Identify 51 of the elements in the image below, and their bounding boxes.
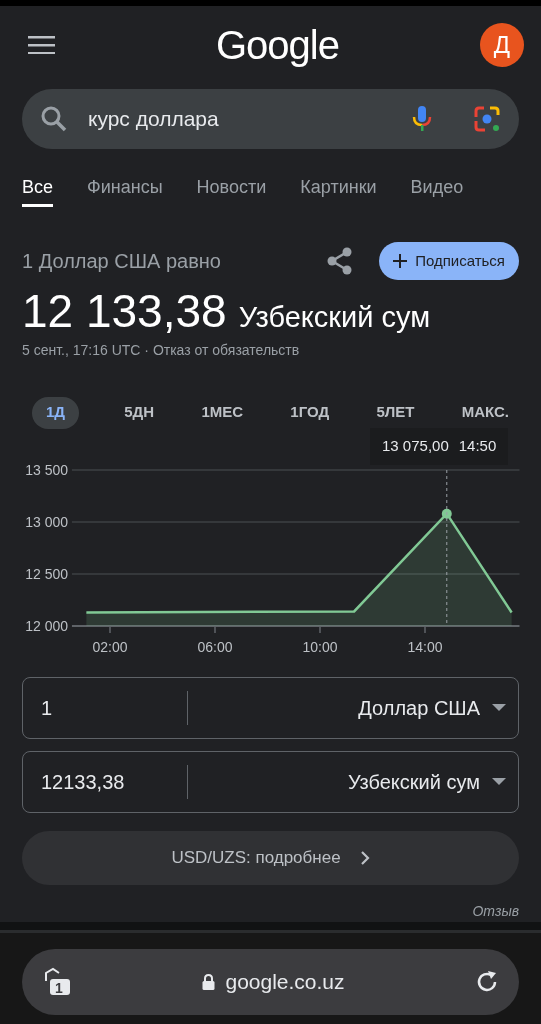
microphone-icon[interactable] <box>411 104 433 133</box>
avatar-button[interactable]: Д <box>480 22 524 67</box>
range-tab[interactable]: 5ДН <box>122 396 157 429</box>
range-tab[interactable]: 1МЕС <box>199 396 246 429</box>
logo[interactable]: Google <box>216 14 339 75</box>
x-tick-label: 10:00 <box>302 638 338 655</box>
currency-dropdown[interactable]: Доллар США <box>188 682 518 733</box>
heading-text: 1 Доллар США равно <box>22 249 222 275</box>
subscribe-button[interactable]: Подписаться <box>379 242 519 281</box>
y-tick-label: 12 000 <box>25 617 68 634</box>
disclaimer-link[interactable]: Отказ от обязательств <box>152 339 300 361</box>
y-tick-label: 12 500 <box>25 565 68 582</box>
plus-icon <box>393 254 408 269</box>
search-icon <box>40 104 68 133</box>
lock-icon <box>202 974 216 990</box>
amount-field[interactable]: 1 <box>23 690 188 725</box>
range-tab[interactable]: 1Д <box>32 396 80 429</box>
reload-icon[interactable] <box>475 970 499 994</box>
feedback-link[interactable]: Отзыв <box>472 901 519 922</box>
caret-icon <box>492 778 506 786</box>
search-tab[interactable]: Видео <box>410 170 464 207</box>
search-field[interactable]: курс доллара <box>22 89 519 149</box>
search-tab[interactable]: Финансы <box>87 170 163 207</box>
search-tab[interactable]: Новости <box>196 170 267 207</box>
tooltip-value: 13 075,00 <box>382 435 449 456</box>
timestamp: 5 сент., 17:16 UTC · <box>22 340 150 360</box>
currency-name: Узбекский сум <box>238 300 431 336</box>
url-text: google.co.uz <box>225 969 345 996</box>
search-tab[interactable]: Картинки <box>300 170 377 207</box>
exchange-rate: 12 133,38 <box>22 284 227 339</box>
menu-icon[interactable] <box>28 35 55 54</box>
range-tab[interactable]: МАКС. <box>459 396 511 429</box>
camera-icon[interactable] <box>473 104 501 133</box>
y-tick-label: 13 500 <box>25 461 68 478</box>
chevron-right-icon <box>360 850 370 865</box>
address-bar[interactable]: 1 google.co.uz <box>22 949 519 1015</box>
search-tab[interactable]: Все <box>22 170 54 207</box>
x-tick-label: 06:00 <box>197 638 233 655</box>
x-tick-label: 14:00 <box>407 638 443 655</box>
tabs-button[interactable]: 1 <box>42 967 72 997</box>
x-tick-label: 02:00 <box>92 638 128 655</box>
range-tab[interactable]: 5ЛЕТ <box>374 396 417 429</box>
y-tick-label: 13 000 <box>25 513 68 530</box>
hover-marker <box>441 508 452 519</box>
currency-dropdown[interactable]: Узбекский сум <box>188 756 518 807</box>
range-tab[interactable]: 1ГОД <box>288 396 332 429</box>
share-icon[interactable] <box>327 247 354 276</box>
amount-field[interactable]: 12133,38 <box>23 764 188 799</box>
caret-icon <box>492 704 506 712</box>
tooltip-time: 14:50 <box>458 435 497 456</box>
details-button[interactable]: USD/UZS: подробнее <box>22 830 519 885</box>
